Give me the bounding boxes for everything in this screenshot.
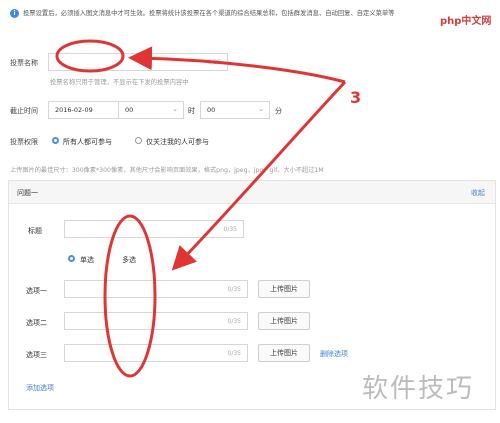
watermark-bottom-right: 软件技巧 — [362, 374, 475, 404]
highlight-ellipse-multiple — [103, 214, 157, 378]
annotation-number: 3 — [350, 88, 362, 107]
annotation-arrow-bottom — [171, 80, 347, 271]
highlight-ellipse-vote-name — [55, 39, 125, 73]
watermark-top-right: php中文网 — [440, 16, 492, 27]
annotation-overlay — [55, 39, 347, 378]
annotation-arrow-top — [128, 46, 346, 84]
